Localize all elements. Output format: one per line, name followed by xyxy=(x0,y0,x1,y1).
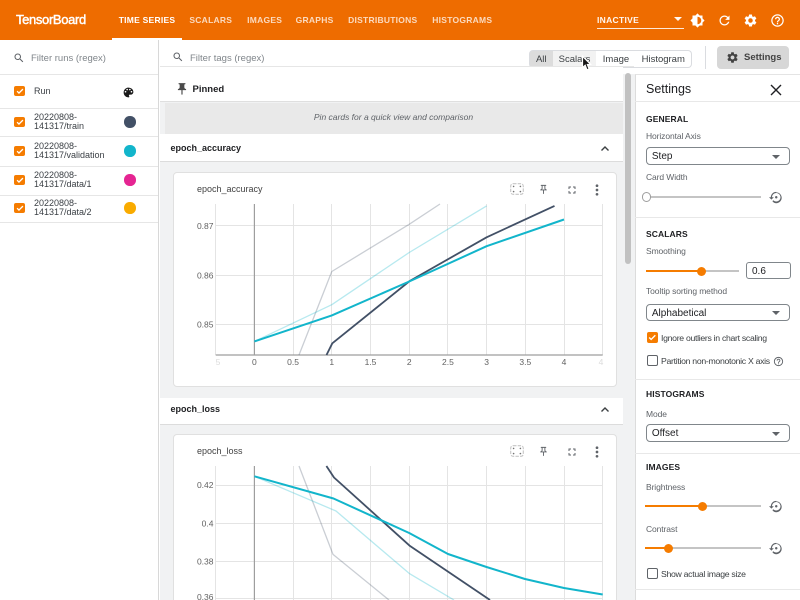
svg-text:0.86: 0.86 xyxy=(197,270,214,280)
svg-text:0.87: 0.87 xyxy=(197,221,214,231)
svg-text:1.5: 1.5 xyxy=(365,357,377,367)
svg-text:4: 4 xyxy=(562,357,567,367)
svg-text:3.5: 3.5 xyxy=(519,357,531,367)
svg-text:0.36: 0.36 xyxy=(197,592,214,600)
svg-text:4: 4 xyxy=(599,357,604,367)
svg-text:0.85: 0.85 xyxy=(197,320,214,330)
svg-text:0.38: 0.38 xyxy=(197,557,214,567)
svg-text:0.5: 0.5 xyxy=(287,357,299,367)
svg-text:0.4: 0.4 xyxy=(202,518,214,528)
svg-text:2: 2 xyxy=(407,357,412,367)
svg-text:1: 1 xyxy=(329,357,334,367)
svg-text:2.5: 2.5 xyxy=(442,357,454,367)
svg-text:0.42: 0.42 xyxy=(197,480,214,490)
svg-text:0: 0 xyxy=(252,357,257,367)
svg-text:3: 3 xyxy=(484,357,489,367)
svg-text:5: 5 xyxy=(216,357,221,367)
